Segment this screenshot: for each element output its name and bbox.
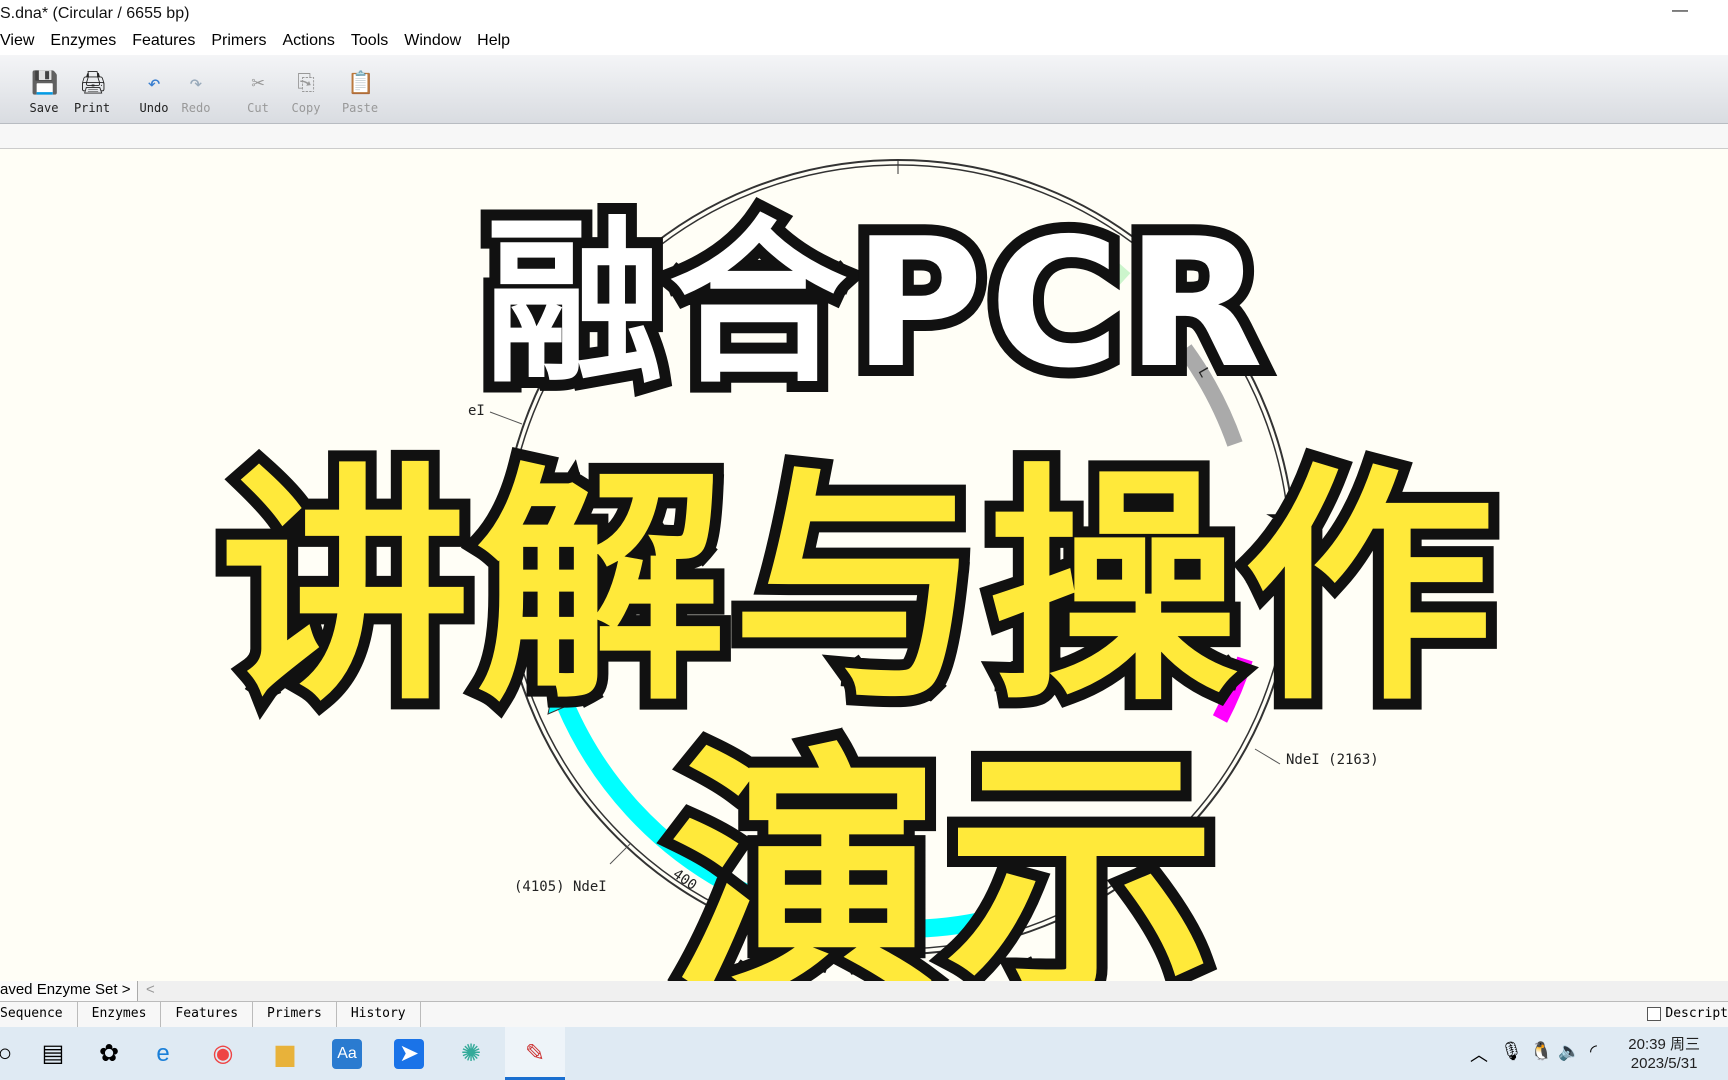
paste-button[interactable]: 📋 Paste <box>336 71 384 115</box>
tab-sequence[interactable]: Sequence <box>0 1002 78 1027</box>
qq-icon[interactable]: 🐧 <box>1530 1041 1552 1062</box>
paste-icon: 📋 <box>347 71 375 96</box>
menu-enzymes[interactable]: Enzymes <box>50 32 116 55</box>
feishu-icon[interactable]: ➤ <box>394 1039 424 1069</box>
save-icon: 💾 <box>31 71 59 96</box>
minimize-button[interactable]: — <box>1672 2 1688 20</box>
tab-enzymes[interactable]: Enzymes <box>78 1002 162 1027</box>
print-icon: 🖨 <box>79 71 107 96</box>
open-button[interactable]: ▾n <box>0 71 18 115</box>
edge-icon[interactable]: e <box>148 1039 178 1069</box>
ndei-right-label: NdeI (2163) <box>1286 752 1379 768</box>
tab-features[interactable]: Features <box>161 1002 254 1027</box>
file-explorer-icon[interactable]: ▆ <box>270 1039 300 1069</box>
menu-view[interactable]: View <box>0 32 34 55</box>
print-button[interactable]: 🖨 Print <box>68 71 116 115</box>
microphone-icon[interactable]: 🎙 <box>1500 1041 1523 1062</box>
menu-features[interactable]: Features <box>132 32 195 55</box>
dictionary-icon[interactable]: Aa <box>332 1039 362 1069</box>
scroll-left-button[interactable]: < <box>146 981 155 998</box>
overlay-title-line1: 融合PCR <box>474 189 1274 418</box>
view-tabs: Sequence Enzymes Features Primers Histor… <box>0 1001 1728 1027</box>
save-button[interactable]: 💾 Save <box>20 71 68 115</box>
wifi-icon[interactable]: ◜ <box>1590 1041 1597 1062</box>
cut-button[interactable]: ✂ Cut <box>234 71 282 115</box>
window-title: S.dna* (Circular / 6655 bp) <box>0 5 190 22</box>
ndei-leader-right <box>1254 748 1281 765</box>
redo-icon: ↷ <box>189 71 203 96</box>
description-checkbox[interactable] <box>1647 1006 1662 1021</box>
enzyme-set-selector[interactable]: aved Enzyme Set > <box>0 981 138 1001</box>
clock-date: 2023/5/31 <box>1630 1055 1698 1072</box>
menu-help[interactable]: Help <box>477 32 510 55</box>
toolbar: ▾n 💾Save 🖨Print ↶Undo ↷Redo ✂Cut ⎘Copy 📋… <box>0 55 1728 124</box>
tab-primers[interactable]: Primers <box>253 1002 337 1027</box>
sequence-strip <box>0 124 1728 149</box>
search-icon[interactable]: ○ <box>0 1039 20 1069</box>
menu-bar: View Enzymes Features Primers Actions To… <box>0 29 1728 55</box>
undo-button[interactable]: ↶ Undo <box>130 71 178 115</box>
ndei-leader-bottom-left <box>609 843 631 865</box>
snapgene-icon[interactable]: ✎ <box>520 1039 550 1069</box>
menu-tools[interactable]: Tools <box>351 32 388 55</box>
menu-primers[interactable]: Primers <box>211 32 266 55</box>
copy-button[interactable]: ⎘ Copy <box>282 71 330 115</box>
task-view-icon[interactable]: ▤ <box>38 1039 68 1069</box>
ndei-bottom-left-label: (4105) NdeI <box>514 879 607 895</box>
menu-window[interactable]: Window <box>404 32 461 55</box>
enzyme-set-bar: aved Enzyme Set > < <box>0 981 1728 1001</box>
description-toggle[interactable]: Descript <box>1647 1006 1728 1021</box>
clock[interactable]: 20:39 周三 2023/5/31 <box>1628 1035 1700 1073</box>
open-icon: ▾ <box>0 71 7 97</box>
menu-actions[interactable]: Actions <box>282 32 334 55</box>
tray-overflow-icon[interactable]: ︿ <box>1470 1041 1488 1067</box>
chrome-icon[interactable]: ◉ <box>208 1039 238 1069</box>
title-bar: S.dna* (Circular / 6655 bp) — <box>0 0 1728 29</box>
scissors-icon: ✂ <box>251 71 265 96</box>
volume-icon[interactable]: 🔈 <box>1558 1041 1580 1062</box>
tab-history[interactable]: History <box>337 1002 421 1027</box>
widgets-icon[interactable]: ✿ <box>94 1039 124 1069</box>
redo-button[interactable]: ↷ Redo <box>172 71 220 115</box>
taskbar: ○ ▤ ✿ e ◉ ▆ Aa ➤ ✺ ✎ ︿ 🎙 🐧 🔈 ◜ 20:39 周三 … <box>0 1027 1728 1080</box>
undo-icon: ↶ <box>147 71 161 96</box>
app-icon[interactable]: ✺ <box>456 1039 486 1069</box>
clock-time: 20:39 周三 <box>1628 1036 1700 1053</box>
copy-icon: ⎘ <box>297 71 315 96</box>
